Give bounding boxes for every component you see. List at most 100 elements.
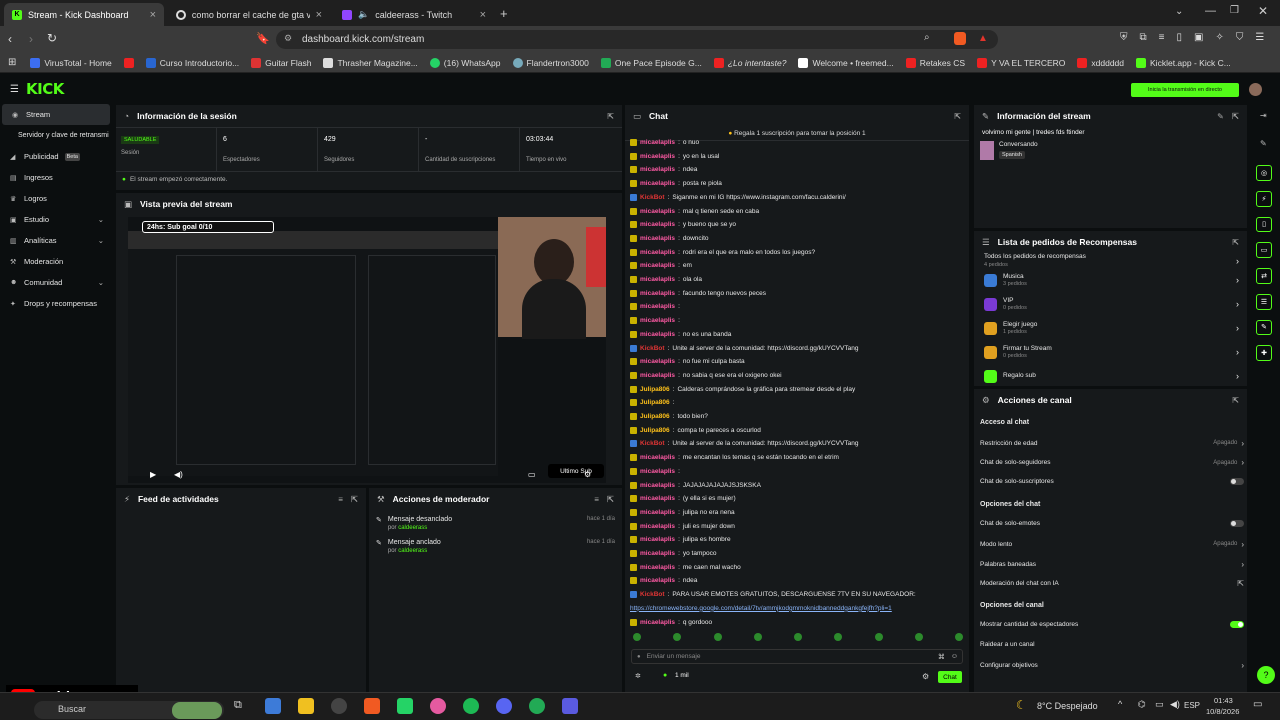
hamburger-icon[interactable]: ☰	[10, 84, 19, 95]
all-rewards-row[interactable]: Todos los pedidos de recompensas 4 pedido…	[974, 253, 1247, 268]
settings-icon[interactable]: ⚙	[584, 470, 591, 479]
chat-username[interactable]: KickBot	[640, 194, 665, 201]
reward-item[interactable]: Regalo sub ›	[974, 364, 1247, 386]
sidebar-item-publicidad[interactable]: ◢ Publicidad Beta	[0, 146, 112, 167]
command-icon[interactable]: ⌘	[938, 653, 945, 661]
brave-icon[interactable]	[364, 698, 380, 714]
go-live-button[interactable]: Inicia la transmisión en directo	[1131, 83, 1239, 97]
brave-rewards-icon[interactable]: ▲	[978, 33, 988, 44]
emote-icon[interactable]	[633, 633, 641, 641]
close-icon[interactable]: ×	[150, 9, 156, 21]
channel-action-row[interactable]: Chat de solo-suscriptores	[980, 477, 1244, 485]
bookmark-item[interactable]: Guitar Flash	[251, 57, 311, 68]
back-icon[interactable]: ‹	[8, 32, 12, 46]
chat-username[interactable]: micaelaplis	[640, 358, 675, 365]
avatar[interactable]	[1249, 83, 1262, 96]
chat-input[interactable]: ● Enviar un mensaje ⌘ ☺	[631, 649, 963, 664]
spotify-icon[interactable]	[463, 698, 479, 714]
chat-username[interactable]: micaelaplis	[640, 235, 675, 242]
bookmark-item[interactable]: Welcome • freemed...	[798, 57, 894, 68]
chat-username[interactable]: micaelaplis	[640, 262, 675, 269]
bookmark-item[interactable]: Retakes CS	[905, 57, 965, 68]
reward-item[interactable]: VIP 0 pedidos ›	[974, 292, 1247, 316]
chat-username[interactable]: micaelaplis	[640, 550, 675, 557]
sidebar-item-analiticas[interactable]: ▥ Analíticas ⌄	[0, 230, 112, 251]
chat-username[interactable]: Julipa806	[640, 427, 670, 434]
bookmark-item[interactable]: (16) WhatsApp	[429, 57, 501, 68]
channel-action-row[interactable]: Moderación del chat con IA ⇱	[980, 579, 1244, 588]
chat-username[interactable]: Julipa806	[640, 386, 670, 393]
sidebar-item-server[interactable]: Servidor y clave de retransmi	[0, 125, 112, 146]
bookmark-item[interactable]: xdddddd	[1077, 57, 1124, 68]
bookmark-icon[interactable]: 🔖	[256, 32, 270, 45]
reward-item[interactable]: Firmar tu Stream 0 pedidos ›	[974, 340, 1247, 364]
tab-list-icon[interactable]: ⌄	[1175, 6, 1183, 17]
swap-icon[interactable]: ⇄	[1256, 268, 1272, 284]
zoom-icon[interactable]: ⌕	[924, 32, 930, 43]
chat-settings-icon[interactable]: ⚙	[922, 672, 929, 681]
chat-username[interactable]: micaelaplis	[640, 482, 675, 489]
sidebar-item-moderacion[interactable]: ⚒ Moderación	[0, 251, 112, 272]
chat-username[interactable]: micaelaplis	[640, 536, 675, 543]
chat-username[interactable]: micaelaplis	[640, 468, 675, 475]
chat-username[interactable]: micaelaplis	[640, 153, 675, 160]
channel-action-row[interactable]: Chat de solo-seguidores Apagado ›	[980, 458, 1244, 467]
site-info-icon[interactable]: ⚙	[284, 33, 292, 44]
chat-username[interactable]: micaelaplis	[640, 317, 675, 324]
chat-username[interactable]: micaelaplis	[640, 249, 675, 256]
edit-icon[interactable]: ✎	[1217, 112, 1224, 121]
volume-icon[interactable]: ◀)	[174, 470, 183, 479]
chat-username[interactable]: micaelaplis	[640, 454, 675, 461]
menu-icon[interactable]: ☰	[1255, 32, 1264, 43]
sidebar-item-stream[interactable]: ◉ Stream	[2, 104, 110, 125]
emote-icon[interactable]	[955, 633, 963, 641]
wallet-icon[interactable]: ▣	[1194, 32, 1203, 43]
chat-username[interactable]: micaelaplis	[640, 523, 675, 530]
bolt-icon[interactable]: ⚡	[1256, 190, 1272, 207]
channel-action-row[interactable]: Chat de solo-emotes	[980, 520, 1244, 528]
notification-icon[interactable]: ▭	[1253, 699, 1262, 710]
chat-username[interactable]: KickBot	[640, 440, 665, 447]
kick-logo[interactable]: KICK	[26, 80, 64, 98]
chat-username[interactable]: micaelaplis	[640, 276, 675, 283]
shield-icon[interactable]: ⛉	[1236, 32, 1244, 43]
tab-google-search[interactable]: como borrar el cache de gta v ps4 - E ×	[168, 3, 330, 26]
clock-time[interactable]: 01:43	[1214, 696, 1233, 705]
chat-username[interactable]: micaelaplis	[640, 509, 675, 516]
collapse-icon[interactable]: ⇥	[1260, 111, 1267, 120]
maximize-icon[interactable]: ❐	[1230, 5, 1239, 16]
filter-icon[interactable]: ≡	[338, 495, 343, 504]
popout-icon[interactable]: ⇱	[351, 494, 358, 505]
tab-twitch[interactable]: 🔈 caldeerass - Twitch ×	[334, 3, 494, 26]
language-indicator[interactable]: ESP	[1184, 701, 1200, 710]
bookmark-item[interactable]: Kicklet.app - Kick C...	[1136, 57, 1231, 68]
toggle-switch[interactable]	[1230, 477, 1244, 485]
popout-icon[interactable]: ⇱	[954, 112, 961, 121]
whatsapp-icon[interactable]	[397, 698, 413, 714]
windows-store-icon[interactable]	[265, 698, 281, 714]
channel-action-row[interactable]: Mostrar cantidad de espectadores	[980, 621, 1244, 629]
popout-icon[interactable]: ⇱	[607, 494, 614, 505]
close-icon[interactable]: ×	[480, 9, 486, 21]
tab-kick-dashboard[interactable]: K Stream - Kick Dashboard ×	[4, 3, 164, 26]
leo-icon[interactable]: ✧	[1215, 32, 1223, 43]
pip-icon[interactable]: ▭	[528, 470, 536, 479]
chat-username[interactable]: micaelaplis	[640, 619, 675, 626]
chat-username[interactable]: micaelaplis	[640, 331, 675, 338]
app-icon[interactable]	[430, 698, 446, 714]
chevron-up-icon[interactable]: ^	[1118, 699, 1122, 709]
emote-icon[interactable]	[794, 633, 802, 641]
chat-username[interactable]: micaelaplis	[640, 208, 675, 215]
channel-action-row[interactable]: Configurar objetivos ›	[980, 661, 1244, 670]
sidebar-icon[interactable]: ▯	[1176, 32, 1182, 43]
plug-icon[interactable]: ✚	[1256, 345, 1272, 361]
app-icon[interactable]	[562, 698, 578, 714]
popout-icon[interactable]: ⇱	[1232, 396, 1239, 405]
emote-icon[interactable]	[673, 633, 682, 641]
chat-username[interactable]: micaelaplis	[640, 577, 675, 584]
toggle-switch[interactable]	[1230, 520, 1244, 528]
emoji-icon[interactable]: ☺	[951, 653, 958, 660]
chat-username[interactable]: Julipa806	[640, 399, 670, 406]
playlist-icon[interactable]: ≡	[1159, 32, 1165, 43]
wrench-icon[interactable]: ✎	[1256, 319, 1272, 336]
